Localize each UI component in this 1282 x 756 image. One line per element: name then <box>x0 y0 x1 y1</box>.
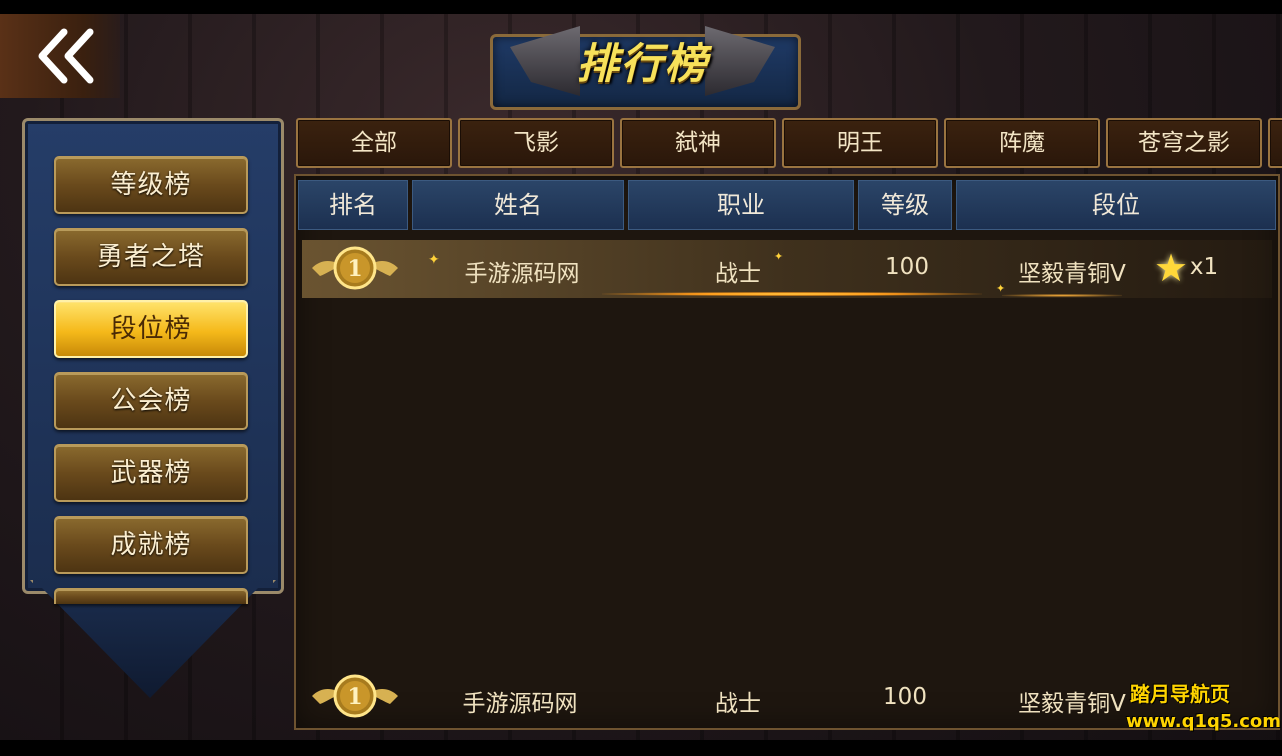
header-rank: 排名 <box>298 180 408 230</box>
tab-more-peek[interactable] <box>1268 118 1282 168</box>
table-row[interactable]: 1 ✦ ✦ ✦ 手游源码网 战士 100 坚毅青铜V ★ x1 <box>302 240 1272 298</box>
player-tier: 坚毅青铜V <box>1018 261 1126 287</box>
header-level: 等级 <box>858 180 952 230</box>
watermark: 踏月导航页 www.q1q5.com <box>1126 680 1282 736</box>
rank-medal-icon: 1 <box>312 246 398 290</box>
player-name: 手游源码网 <box>464 261 580 287</box>
category-achievement-ranking[interactable]: 成就榜 <box>54 516 248 574</box>
tab-cangqiong[interactable]: 苍穹之影 <box>1106 118 1262 168</box>
leaderboard-screen: 排行榜 等级榜 勇者之塔 段位榜 公会榜 武器榜 成就榜 全部 飞影 弑神 明王… <box>0 0 1282 756</box>
player-class: 战士 <box>715 261 761 287</box>
category-panel: 等级榜 勇者之塔 段位榜 公会榜 武器榜 成就榜 <box>22 118 284 718</box>
tab-mingwang[interactable]: 明王 <box>782 118 938 168</box>
header-class: 职业 <box>628 180 854 230</box>
category-more-peek[interactable] <box>54 588 248 604</box>
tab-zhenmo[interactable]: 阵魔 <box>944 118 1100 168</box>
rank-medal-icon: 1 <box>312 674 398 718</box>
tab-feiying[interactable]: 飞影 <box>458 118 614 168</box>
rank-number: 1 <box>347 256 362 282</box>
page-title: 排行榜 <box>576 39 709 88</box>
watermark-url: www.q1q5.com <box>1126 711 1282 732</box>
star-icon: ★ <box>1154 246 1189 290</box>
category-weapon-ranking[interactable]: 武器榜 <box>54 444 248 502</box>
row-glow <box>602 292 982 296</box>
ranking-table: 排名 姓名 职业 等级 段位 1 ✦ ✦ ✦ 手游源码网 战士 100 坚毅青铜… <box>294 174 1280 730</box>
category-guild-ranking[interactable]: 公会榜 <box>54 372 248 430</box>
row-glow <box>1002 294 1122 297</box>
rank-number: 1 <box>347 684 362 710</box>
self-class: 战士 <box>715 691 761 717</box>
self-level: 100 <box>883 684 927 710</box>
watermark-title: 踏月导航页 <box>1130 682 1230 706</box>
header-tier: 段位 <box>956 180 1276 230</box>
category-tower[interactable]: 勇者之塔 <box>54 228 248 286</box>
self-name: 手游源码网 <box>462 691 578 717</box>
category-level-ranking[interactable]: 等级榜 <box>54 156 248 214</box>
back-button[interactable] <box>0 14 120 98</box>
tab-all[interactable]: 全部 <box>296 118 452 168</box>
category-tier-ranking[interactable]: 段位榜 <box>54 300 248 358</box>
tab-shishen[interactable]: 弑神 <box>620 118 776 168</box>
title-banner: 排行榜 <box>470 16 815 112</box>
category-panel-bottom <box>42 588 258 698</box>
double-chevron-left-icon <box>38 28 94 84</box>
header-name: 姓名 <box>412 180 624 230</box>
player-level: 100 <box>885 254 929 280</box>
star-count: x1 <box>1189 254 1219 280</box>
